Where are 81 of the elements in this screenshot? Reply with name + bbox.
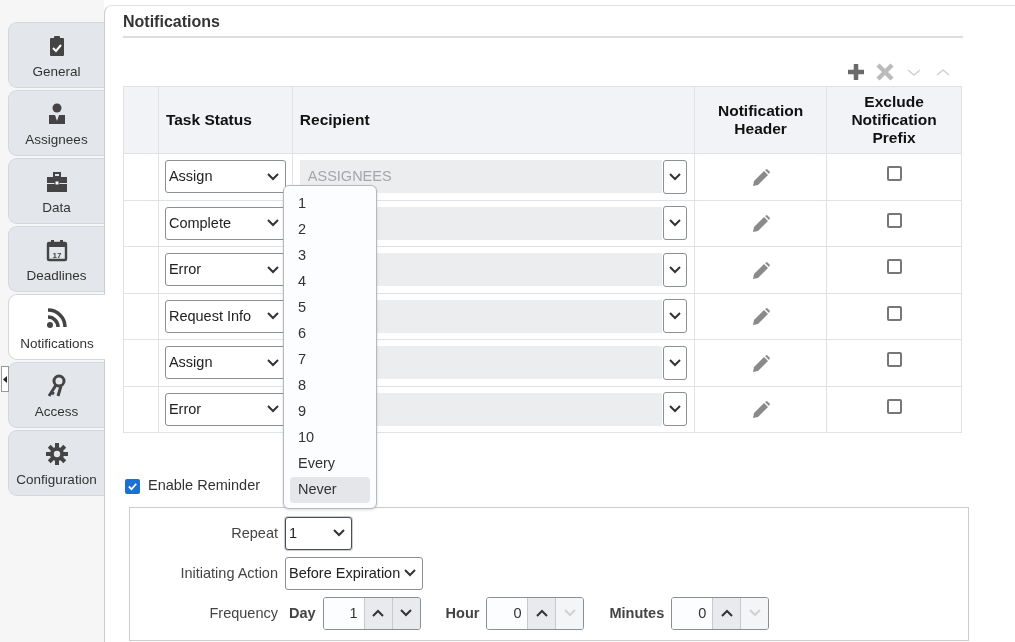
add-icon [846,62,866,83]
pencil-icon[interactable] [750,260,771,281]
status-select[interactable]: Assign [164,160,286,194]
chevron-down-icon [669,265,682,274]
field-label: Day [289,603,316,623]
dropdown-option[interactable]: 7 [290,347,370,373]
status-select[interactable]: Error [164,392,286,426]
checkbox[interactable] [886,305,902,321]
sidebar-tab[interactable]: Configuration [8,430,104,496]
section-title: Notifications [123,12,963,39]
checkbox[interactable] [886,398,902,414]
column-header: Task Status [165,111,252,129]
status-select[interactable]: Assign [164,346,286,380]
dropdown-option[interactable]: Never [290,477,370,503]
field-label: Minutes [609,603,665,623]
chevron-down-icon [266,172,279,181]
dropdown-option[interactable]: 4 [290,269,370,295]
pencil-icon[interactable] [750,400,771,421]
close-icon [875,62,895,83]
pencil-icon[interactable] [750,307,771,328]
sidebar-tab[interactable]: 17 Deadlines [8,226,104,292]
dropdown-button[interactable] [663,299,688,334]
chevron-down-icon [669,405,682,414]
dropdown-button[interactable] [663,392,688,427]
field-label: Initiating Action [179,563,278,583]
status-select[interactable]: Error [164,253,286,287]
chevron-down-icon [669,312,682,321]
field-label: Frequency [208,603,278,623]
pencil-icon[interactable] [750,167,771,188]
dropdown-option[interactable]: 8 [290,373,370,399]
dropdown-button[interactable] [663,345,688,380]
checkbox[interactable] [125,478,140,494]
dropdown-option[interactable]: 9 [290,399,370,425]
dropdown-option[interactable]: 6 [290,321,370,347]
add-button[interactable] [846,62,866,83]
column-header: Recipient [299,111,370,129]
field-label: Hour [445,603,480,623]
sidebar-tab[interactable]: General [8,22,104,88]
checkbox-label: Enable Reminder [148,476,261,496]
chevron-down-icon [266,219,279,228]
status-select[interactable]: Complete [164,206,286,240]
sidebar-tab[interactable]: Data [8,158,104,224]
chevron-down-icon [266,405,279,414]
status-select[interactable]: Request Info [164,299,286,333]
chevron-down-icon [669,358,682,367]
action-select[interactable]: Before Expiration [285,556,423,590]
sidebar-tab[interactable]: Assignees [8,90,104,156]
dropdown-option[interactable]: 2 [290,217,370,243]
column-header: Notification Header [718,102,804,138]
dropdown-option[interactable]: Every [290,451,370,477]
chevron-down-icon [333,529,345,538]
dropdown-option[interactable]: 10 [290,425,370,451]
check-icon [127,480,138,492]
checkbox[interactable] [886,259,902,275]
dropdown-button[interactable] [663,159,688,194]
chevron-down-icon [266,312,279,321]
chevron-down-icon [669,219,682,228]
checkbox[interactable] [886,212,902,228]
chevron-down-icon [266,358,279,367]
checkbox[interactable] [886,166,902,182]
dropdown-button[interactable] [663,206,688,241]
checkbox[interactable] [886,352,902,368]
chevron-down-icon [669,172,682,181]
gear-icon [44,441,69,466]
triangle-left-icon [3,375,7,383]
sidebar-tab[interactable]: Access [8,362,104,428]
collapse-handle[interactable] [1,366,9,392]
pencil-icon[interactable] [750,214,771,235]
dropdown-button[interactable] [663,252,688,287]
pencil-icon[interactable] [750,353,771,374]
chevron-down-icon [266,265,279,274]
rss-icon [45,305,69,330]
dropdown-option[interactable]: 3 [290,243,370,269]
field-label: Repeat [230,523,278,543]
column-header: Exclude Notification Prefix [851,93,937,147]
briefcase-icon [44,169,69,194]
chevron-down-icon [404,569,416,578]
repeat-select[interactable]: 1 [285,516,352,550]
dropdown-option[interactable]: 1 [290,191,370,217]
dropdown-option[interactable]: 5 [290,295,370,321]
sidebar-tab[interactable]: Notifications [8,294,105,360]
